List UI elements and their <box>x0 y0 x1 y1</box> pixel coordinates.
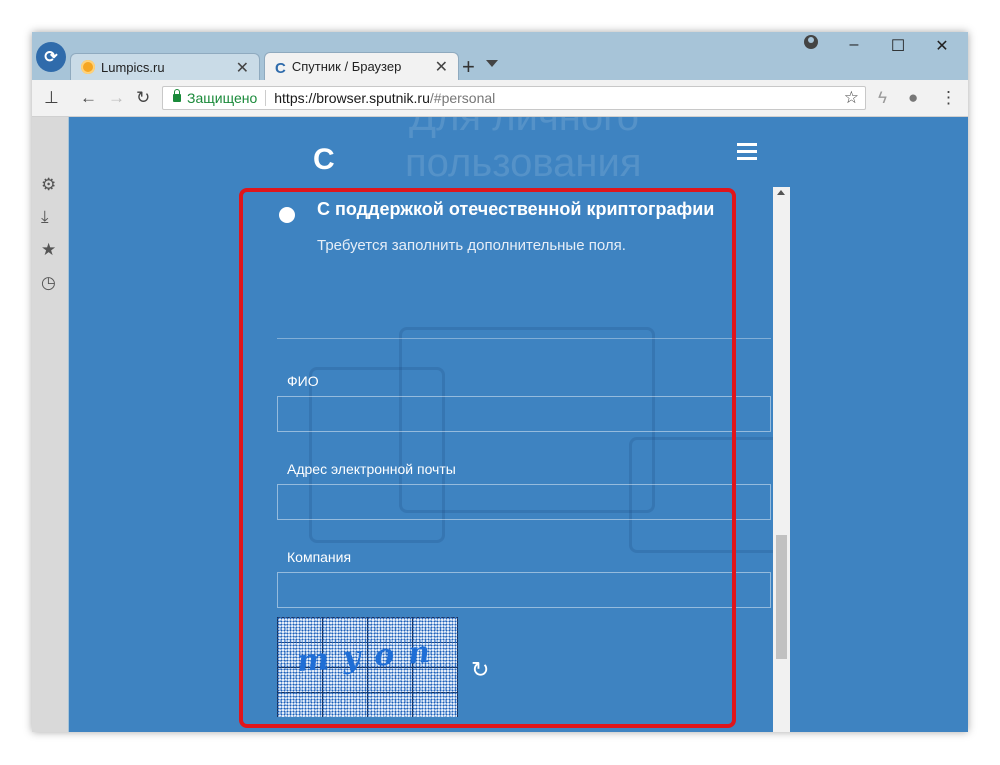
sputnik-app-logo-icon[interactable]: ⟳ <box>36 42 66 72</box>
crypto-option-description: Требуется заполнить дополнительные поля. <box>317 237 626 254</box>
close-window-button[interactable]: ✕ <box>920 36 964 56</box>
company-label: Компания <box>287 549 352 565</box>
tab-sputnik[interactable]: C Спутник / Браузер ✕ <box>264 52 459 80</box>
tab-lumpics[interactable]: Lumpics.ru ✕ <box>70 53 260 80</box>
address-bar[interactable]: Защищено https://browser.sputnik.ru /#pe… <box>162 86 866 110</box>
company-field[interactable] <box>277 572 771 608</box>
turbo-icon[interactable]: ϟ <box>878 88 887 108</box>
browser-toolbar: ⊥ ← → ↻ Защищено https://browser.sputnik… <box>32 80 968 117</box>
lumpics-favicon-icon <box>81 60 95 74</box>
maximize-button[interactable]: ☐ <box>876 36 920 56</box>
url-host: https://browser.sputnik.ru <box>274 90 430 106</box>
captcha-text: myon <box>295 633 446 680</box>
tab-title: Спутник / Браузер <box>291 59 402 74</box>
tab-title: Lumpics.ru <box>101 59 165 75</box>
refresh-captcha-icon[interactable]: ↻ <box>471 657 489 683</box>
ghost-heading-line-1: Для личного <box>409 117 640 139</box>
tab-strip: ⟳ Lumpics.ru ✕ C Спутник / Браузер ✕ + –… <box>32 32 968 80</box>
email-field[interactable] <box>277 484 771 520</box>
address-separator <box>265 90 267 106</box>
captcha-image: myon <box>277 617 458 717</box>
close-tab-icon[interactable]: ✕ <box>435 57 448 77</box>
chat-icon[interactable]: ● <box>908 88 918 108</box>
menu-dots-icon[interactable]: ⋮ <box>940 88 957 108</box>
full-name-field[interactable] <box>277 396 771 432</box>
pin-icon[interactable]: ⊥ <box>44 88 59 108</box>
full-name-label: ФИО <box>287 373 319 389</box>
ghost-heading-line-2: пользования <box>405 141 642 185</box>
tab-list-dropdown-icon[interactable] <box>486 60 498 67</box>
crypto-option-title: С поддержкой отечественной криптографии <box>317 199 715 219</box>
secure-label: Защищено <box>187 90 258 106</box>
browser-sidebar: ⚙ ⤓ ★ ◷ <box>32 117 68 732</box>
registration-panel: С поддержкой отечественной криптографии … <box>277 192 771 732</box>
hamburger-menu-icon[interactable] <box>737 143 757 164</box>
crypto-option-radio[interactable] <box>279 207 295 223</box>
reload-icon[interactable]: ↻ <box>136 88 150 108</box>
scroll-up-arrow-icon[interactable] <box>777 190 785 195</box>
settings-gear-icon[interactable]: ⚙ <box>41 175 56 195</box>
minimize-button[interactable]: – <box>832 36 876 54</box>
profile-icon[interactable] <box>804 35 818 49</box>
sputnik-logo-icon[interactable]: C <box>313 143 335 177</box>
forward-arrow-icon[interactable]: → <box>108 88 125 108</box>
url-path: /#personal <box>429 90 496 106</box>
section-divider <box>277 338 771 339</box>
history-icon[interactable]: ◷ <box>41 273 56 293</box>
bookmarks-star-icon[interactable]: ★ <box>41 240 56 260</box>
new-tab-button[interactable]: + <box>462 54 475 80</box>
downloads-icon[interactable]: ⤓ <box>41 207 49 227</box>
scroll-thumb[interactable] <box>776 535 787 659</box>
lock-icon <box>173 89 181 102</box>
close-tab-icon[interactable]: ✕ <box>236 58 249 78</box>
email-label: Адрес электронной почты <box>287 461 456 477</box>
browser-window: ⟳ Lumpics.ru ✕ C Спутник / Браузер ✕ + –… <box>32 32 968 732</box>
back-arrow-icon[interactable]: ← <box>80 88 97 108</box>
panel-scrollbar[interactable] <box>773 187 790 732</box>
page-content: Для личного пользования C С поддержкой о… <box>69 117 968 732</box>
sputnik-favicon-icon: C <box>275 59 286 77</box>
bookmark-star-icon[interactable]: ☆ <box>844 88 859 108</box>
